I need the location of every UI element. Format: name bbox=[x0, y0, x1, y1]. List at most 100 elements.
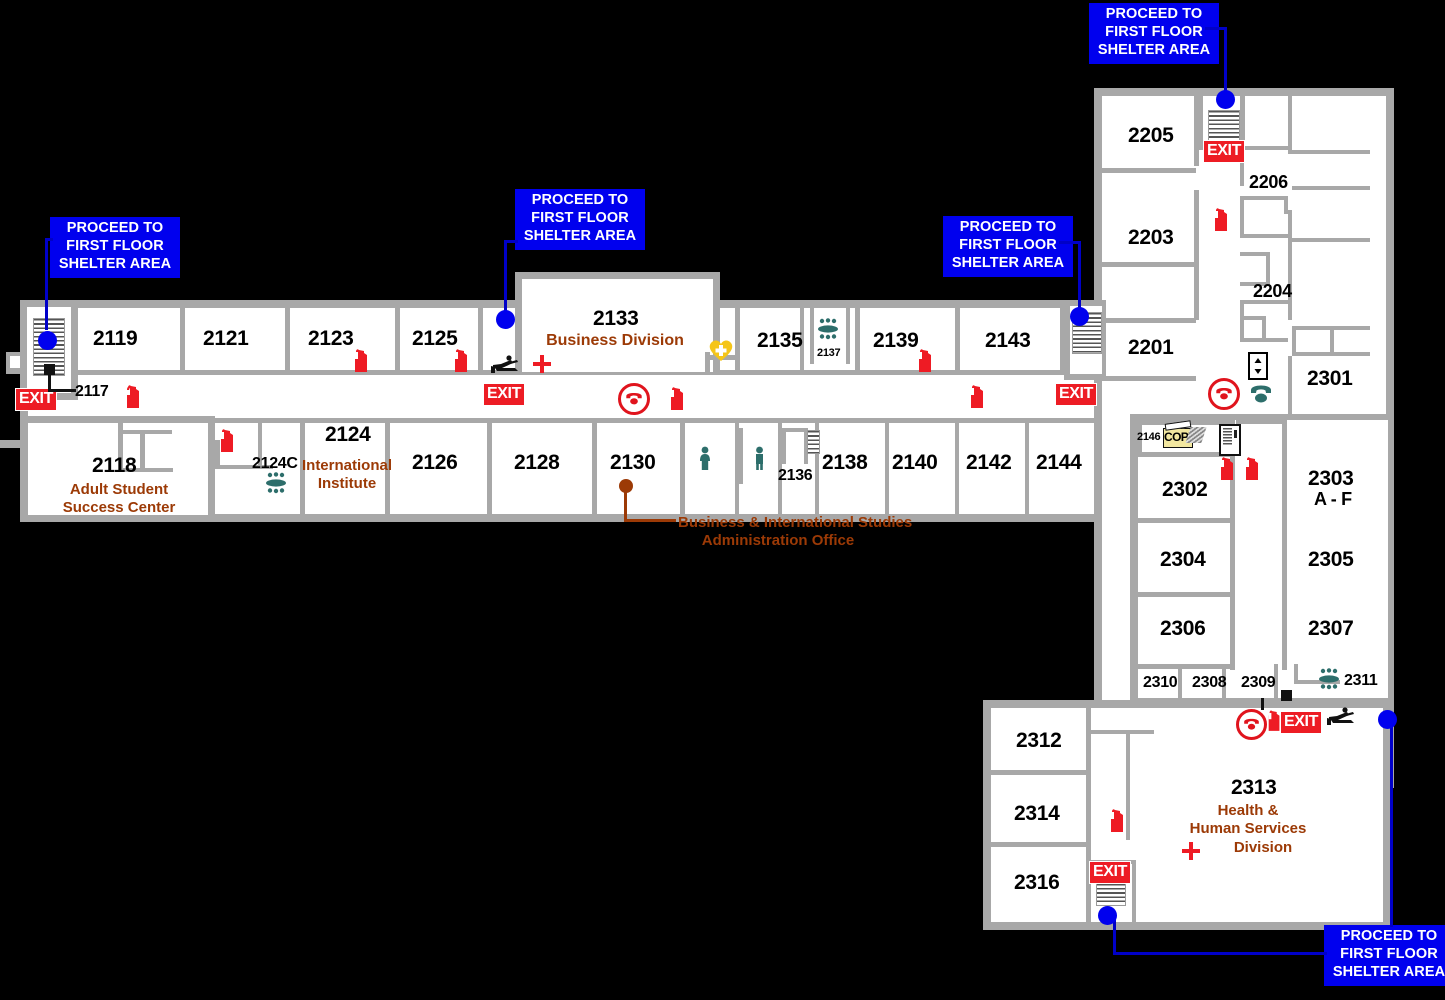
wall-seg bbox=[991, 770, 1089, 775]
exit-sign-north-2205[interactable]: EXIT bbox=[1203, 140, 1245, 163]
fire-extinguisher-icon bbox=[668, 386, 687, 412]
sign-line-1: PROCEED TO bbox=[531, 192, 629, 208]
room-label-2133: 2133 bbox=[593, 307, 639, 330]
annotation-admin-office: Business & International Studies Adminis… bbox=[678, 514, 912, 551]
room-label-2203: 2203 bbox=[1128, 226, 1174, 249]
sign-line-1: PROCEED TO bbox=[959, 219, 1057, 235]
aed-defibrillator-icon bbox=[708, 338, 734, 362]
emergency-phone-icon bbox=[618, 383, 650, 415]
wall-seg bbox=[1102, 168, 1196, 173]
room-label-2305: 2305 bbox=[1308, 548, 1354, 571]
room-label-2123: 2123 bbox=[308, 327, 354, 350]
floor-plan-map: 2119 2121 2123 2125 2135 2139 2143 2124 … bbox=[0, 0, 1445, 1000]
wall-div bbox=[955, 308, 960, 372]
dept-line-2: Institute bbox=[317, 475, 377, 493]
wall-seg bbox=[991, 842, 1089, 847]
room-label-2137: 2137 bbox=[817, 347, 841, 359]
dept-label-international: International Institute bbox=[297, 457, 397, 494]
fire-extinguisher-icon bbox=[1108, 808, 1127, 834]
shelter-dot-southeast bbox=[1378, 710, 1397, 729]
room-label-2205: 2205 bbox=[1128, 124, 1174, 147]
wall-seg bbox=[1292, 352, 1370, 356]
room-label-2312: 2312 bbox=[1016, 729, 1062, 752]
wall-seg bbox=[739, 428, 743, 484]
conference-room-icon bbox=[1317, 668, 1341, 690]
wall-seg bbox=[1194, 190, 1199, 320]
fire-extinguisher-icon bbox=[968, 384, 987, 410]
emergency-phone-icon bbox=[1236, 709, 1267, 740]
wall-seg bbox=[1290, 238, 1370, 242]
wall-seg bbox=[1236, 420, 1286, 424]
shelter-dot-west bbox=[38, 331, 57, 350]
emergency-phone-icon bbox=[1208, 378, 1240, 410]
exit-sign-south-2316[interactable]: EXIT bbox=[1089, 861, 1131, 884]
shelter-sign-north[interactable]: PROCEED TO FIRST FLOOR SHELTER AREA bbox=[1089, 3, 1219, 64]
wall-seg bbox=[1138, 664, 1234, 669]
room-label-2309: 2309 bbox=[1241, 674, 1276, 691]
fire-extinguisher-icon bbox=[916, 348, 935, 374]
dept-label-business: Business Division bbox=[530, 331, 700, 351]
shelter-sign-center[interactable]: PROCEED TO FIRST FLOOR SHELTER AREA bbox=[515, 189, 645, 250]
room-label-2144: 2144 bbox=[1036, 451, 1082, 474]
wall-seg bbox=[1240, 196, 1244, 238]
shelter-connector-east-v bbox=[1078, 241, 1081, 317]
wall-seg bbox=[782, 428, 786, 464]
wall-div bbox=[855, 308, 860, 372]
wall-seg bbox=[140, 430, 145, 472]
dept-line-1: Health & bbox=[1217, 802, 1279, 819]
room-2309-anchor bbox=[1281, 690, 1292, 701]
exit-sign-center[interactable]: EXIT bbox=[483, 383, 525, 406]
wall-seg bbox=[1102, 318, 1196, 323]
wall-div bbox=[180, 308, 185, 372]
wall-seg bbox=[1288, 96, 1292, 154]
fire-extinguisher-icon bbox=[1243, 456, 1262, 482]
wall-seg bbox=[120, 430, 172, 434]
shelter-sign-west[interactable]: PROCEED TO FIRST FLOOR SHELTER AREA bbox=[50, 217, 180, 278]
first-aid-icon bbox=[1182, 842, 1200, 860]
room-label-2130: 2130 bbox=[610, 451, 656, 474]
wall-div bbox=[885, 423, 889, 514]
room-label-2146: 2146 bbox=[1137, 431, 1161, 443]
room-label-2126: 2126 bbox=[412, 451, 458, 474]
wall-seg bbox=[1132, 860, 1136, 922]
wall-div bbox=[1025, 423, 1029, 514]
room-label-2306: 2306 bbox=[1160, 617, 1206, 640]
vending-machine-icon bbox=[1219, 424, 1241, 456]
room-label-2143: 2143 bbox=[985, 329, 1031, 352]
wall-seg bbox=[1240, 234, 1288, 238]
fire-extinguisher-icon bbox=[1218, 456, 1237, 482]
wall-seg bbox=[1288, 356, 1292, 416]
sign-line-2: FIRST FLOOR bbox=[959, 236, 1057, 253]
shelter-sign-east[interactable]: PROCEED TO FIRST FLOOR SHELTER AREA bbox=[943, 216, 1073, 277]
exit-sign-southeast[interactable]: EXIT bbox=[1280, 711, 1322, 734]
wall-seg bbox=[1290, 150, 1370, 154]
shelter-sign-south[interactable]: PROCEED TO FIRST FLOOR SHELTER AREA bbox=[1324, 925, 1445, 986]
wall-seg bbox=[1086, 708, 1091, 922]
room-label-2301: 2301 bbox=[1307, 367, 1353, 390]
wall-seg bbox=[1088, 730, 1154, 734]
fire-extinguisher-icon bbox=[452, 348, 471, 374]
evacuation-chair-icon bbox=[489, 355, 519, 375]
wall-seg bbox=[1102, 262, 1196, 267]
dept-line-2: Human Services bbox=[1189, 820, 1307, 838]
stairs bbox=[807, 430, 820, 454]
shelter-connector-south-v bbox=[1113, 918, 1116, 954]
dept-line-3: Division bbox=[1233, 838, 1293, 856]
room-label-2124C: 2124C bbox=[252, 455, 298, 472]
restroom-women-icon bbox=[697, 446, 713, 472]
room-label-2136: 2136 bbox=[778, 467, 813, 484]
room-label-2124: 2124 bbox=[325, 423, 371, 446]
shelter-connector-se-h bbox=[1390, 719, 1393, 927]
exit-sign-east[interactable]: EXIT bbox=[1055, 383, 1097, 406]
wall-div bbox=[680, 423, 685, 514]
dept-label-adult-student: Adult Student Success Center bbox=[44, 481, 194, 518]
shelter-connector-center-v bbox=[504, 240, 507, 318]
room-label-2121: 2121 bbox=[203, 327, 249, 350]
conference-room-icon bbox=[264, 472, 288, 494]
dept-line-1: Adult Student bbox=[69, 481, 169, 498]
restroom-men-icon bbox=[752, 446, 767, 472]
evacuation-chair-icon bbox=[1325, 707, 1355, 727]
wall-nub bbox=[0, 440, 22, 448]
wall-seg bbox=[1240, 338, 1288, 342]
wall-seg bbox=[1138, 518, 1234, 523]
